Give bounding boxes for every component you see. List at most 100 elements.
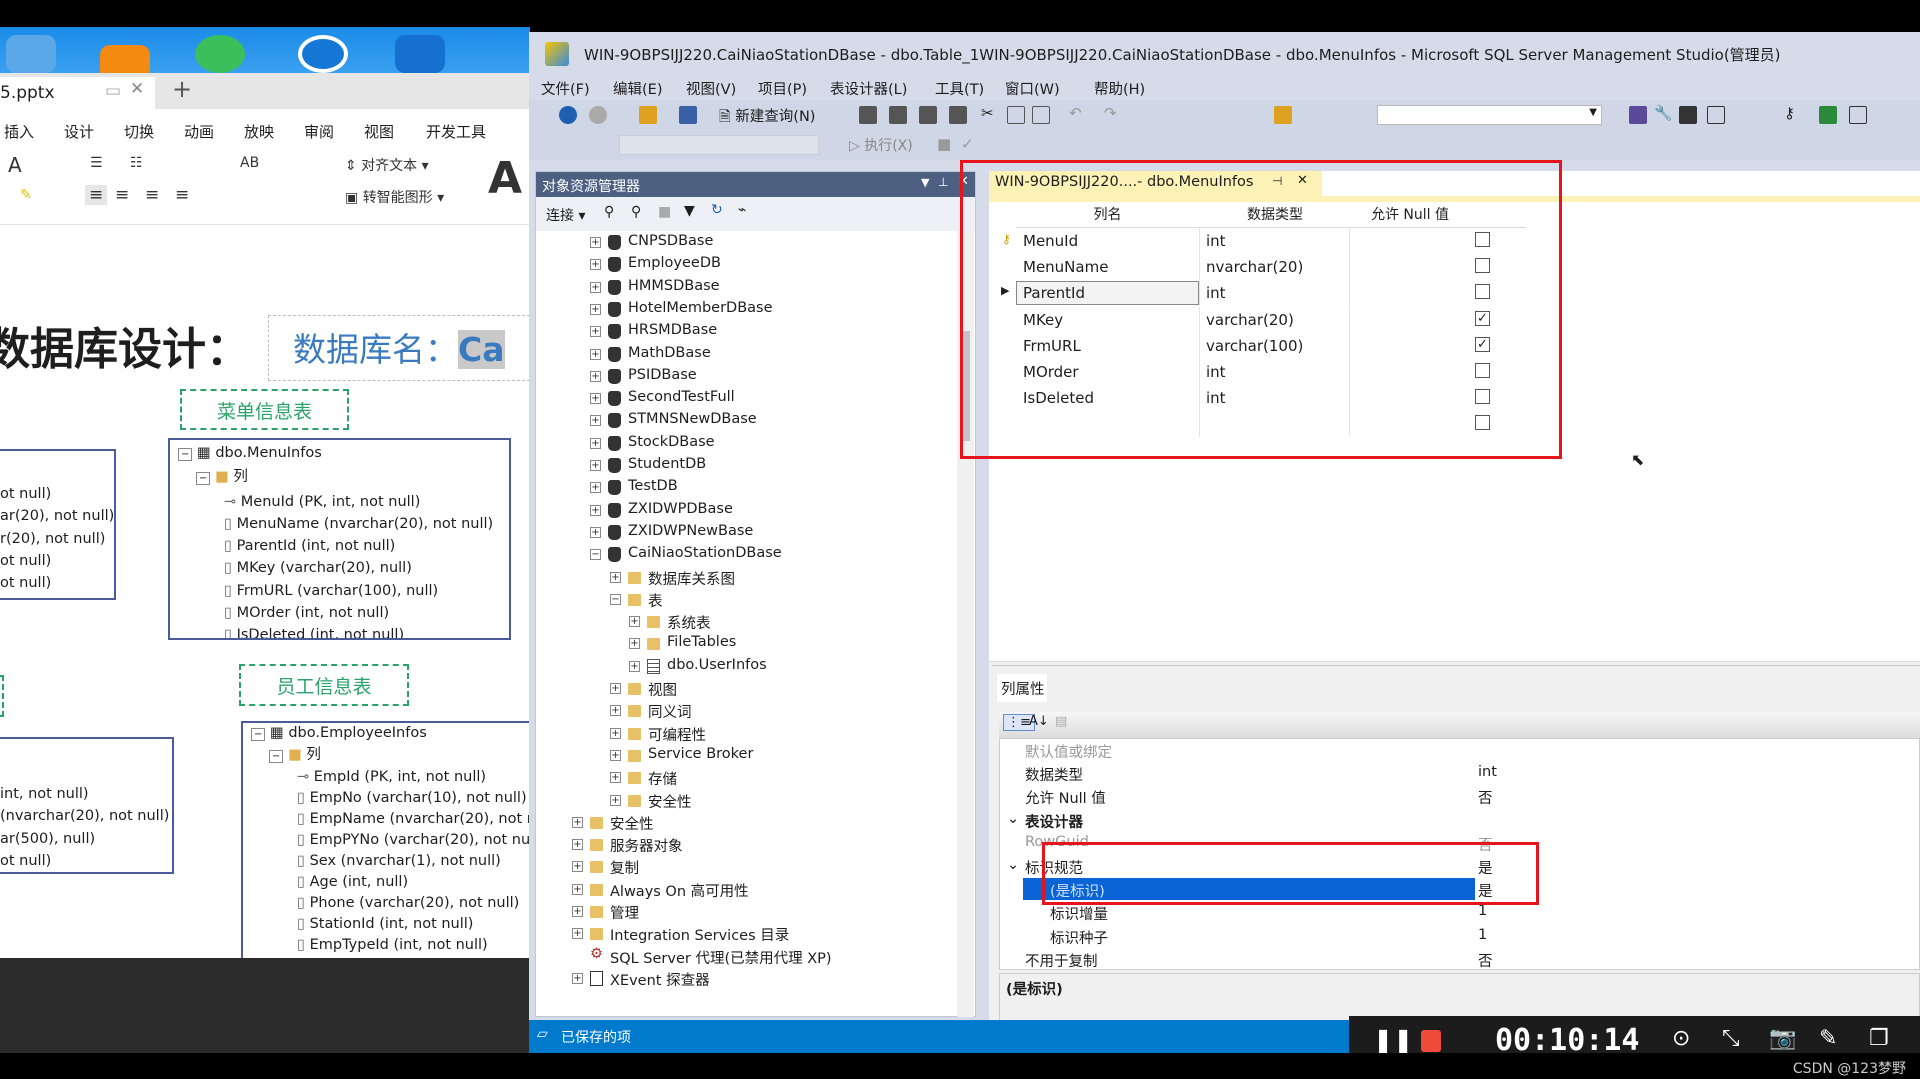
menu-item[interactable]: 表设计器(L): [830, 78, 907, 99]
property-row[interactable]: 标识种子 1: [1000, 925, 1908, 948]
expand-icon[interactable]: +: [590, 237, 601, 248]
stop-icon[interactable]: ■: [658, 204, 671, 220]
expand-icon[interactable]: +: [572, 816, 583, 828]
property-row[interactable]: 不用于复制 否: [1000, 948, 1908, 971]
expand-icon[interactable]: +: [610, 772, 621, 784]
save-all-icon[interactable]: [679, 106, 697, 124]
indexes-icon[interactable]: [1849, 106, 1867, 124]
expand-icon[interactable]: +: [590, 482, 601, 494]
font-preview[interactable]: A: [488, 153, 522, 204]
schema-column[interactable]: ▯ EmpTypeId (int, not null): [251, 935, 529, 956]
parse-icon[interactable]: ✓: [961, 135, 974, 153]
menu-item[interactable]: 帮助(H): [1094, 78, 1145, 99]
execute-button[interactable]: ▷ 执行(X): [849, 135, 913, 155]
expand-icon[interactable]: +: [572, 839, 583, 851]
tree-item[interactable]: + PSIDBase: [590, 366, 957, 388]
schema-column[interactable]: ▯ EmpName (nvarchar(20), not n: [251, 809, 529, 830]
ribbon-tab[interactable]: 视图: [364, 121, 394, 142]
tree-item[interactable]: + FileTables: [629, 633, 957, 655]
schema-column[interactable]: ▯ Sex (nvarchar(1), not null): [251, 851, 529, 872]
expand-icon[interactable]: +: [629, 660, 640, 672]
search-combo[interactable]: ▼: [1377, 105, 1602, 125]
tree-item[interactable]: + StockDBase: [590, 433, 957, 455]
connect-icon[interactable]: ⚲: [604, 204, 614, 220]
dropdown-icon[interactable]: ▼: [921, 176, 929, 189]
justify-icon[interactable]: ≡: [175, 185, 189, 205]
tree-item[interactable]: + 安全性: [610, 790, 957, 812]
connect-button[interactable]: 连接 ▾: [546, 205, 585, 225]
tree-item[interactable]: + 存储: [610, 767, 957, 789]
redo-icon[interactable]: ↷: [1104, 104, 1117, 122]
expand-icon[interactable]: +: [590, 437, 601, 449]
text-direction-icon[interactable]: AB: [240, 155, 259, 171]
expand-icon[interactable]: +: [572, 861, 583, 873]
mountain-app-icon[interactable]: [395, 35, 445, 73]
ribbon-tab[interactable]: 审阅: [304, 121, 334, 142]
tree-item[interactable]: ⚙ SQL Server 代理(已禁用代理 XP): [572, 946, 952, 968]
align-left-icon[interactable]: ≡: [85, 185, 108, 205]
xmla-query-icon[interactable]: [919, 106, 937, 124]
expand-icon[interactable]: +: [629, 638, 640, 650]
folder-app-icon[interactable]: [6, 35, 56, 73]
activity-icon[interactable]: ⌁: [738, 202, 746, 218]
tree-item[interactable]: + ZXIDWPDBase: [590, 500, 957, 522]
cut-icon[interactable]: ✂: [981, 104, 994, 122]
relationships-icon[interactable]: [1819, 106, 1837, 124]
tree-item[interactable]: + 可编程性: [610, 723, 957, 745]
tree-item[interactable]: + 服务器对象: [572, 834, 952, 856]
properties-tab[interactable]: 列属性: [997, 674, 1047, 702]
tree-item[interactable]: + 系统表: [629, 611, 957, 633]
property-row[interactable]: 数据类型 int: [1000, 762, 1908, 785]
pen-icon[interactable]: ✎: [1819, 1026, 1837, 1051]
tree-item[interactable]: + XEvent 探查器: [572, 968, 952, 990]
tree-item[interactable]: + 安全性: [572, 812, 952, 834]
toolbox-icon[interactable]: [1679, 106, 1697, 124]
expand-icon[interactable]: +: [590, 326, 601, 338]
ribbon-tab[interactable]: 放映: [244, 121, 274, 142]
shrink-icon[interactable]: ⤡: [1722, 1026, 1740, 1051]
tree-item[interactable]: + Always On 高可用性: [572, 879, 952, 901]
tree-item[interactable]: + HRSMDBase: [590, 321, 957, 343]
expand-icon[interactable]: +: [590, 526, 601, 538]
dax-query-icon[interactable]: [949, 106, 967, 124]
tree-item[interactable]: + Service Broker: [610, 745, 957, 767]
new-tab-button[interactable]: +: [172, 75, 192, 103]
expand-icon[interactable]: +: [629, 616, 640, 628]
bullet-list-icon[interactable]: ☰: [90, 155, 103, 171]
monitor-icon[interactable]: ▭: [105, 81, 121, 101]
property-row[interactable]: 允许 Null 值 否: [1000, 785, 1908, 808]
pause-icon[interactable]: ❚❚: [1373, 1026, 1413, 1054]
tree-item[interactable]: + EmployeeDB: [590, 254, 957, 276]
tree-item[interactable]: + 视图: [610, 678, 957, 700]
ribbon-tab[interactable]: 设计: [64, 121, 94, 142]
collapse-icon[interactable]: −: [610, 593, 621, 605]
menu-item[interactable]: 项目(P): [758, 78, 807, 99]
stop-icon[interactable]: ■: [937, 135, 951, 153]
menu-item[interactable]: 文件(F): [541, 78, 590, 99]
tree-item[interactable]: + STMNSNewDBase: [590, 410, 957, 432]
menu-item[interactable]: 视图(V): [686, 78, 736, 99]
tree-item[interactable]: − CaiNiaoStationDBase: [590, 544, 957, 566]
schema-column[interactable]: ▯ MenuName (nvarchar(20), not null): [178, 513, 509, 535]
close-icon[interactable]: ✕: [130, 79, 144, 99]
expand-icon[interactable]: +: [572, 928, 583, 940]
ribbon-tab[interactable]: 开发工具: [426, 121, 486, 142]
schema-column[interactable]: ▯ EmpPYNo (varchar(20), not nu: [251, 830, 529, 851]
expand-icon[interactable]: +: [590, 393, 601, 405]
db-name-textbox[interactable]: 数据库名：Ca: [268, 315, 530, 381]
expand-icon[interactable]: +: [590, 259, 601, 271]
schema-column[interactable]: ⊸ MenuId (PK, int, not null): [178, 491, 509, 513]
new-query-button[interactable]: 🗎 新建查询(N): [719, 105, 815, 131]
camera-icon[interactable]: 📷: [1769, 1026, 1796, 1051]
schema-folder[interactable]: − ■ 列: [251, 745, 529, 767]
schema-column[interactable]: ▯ IsDeleted (int, not null): [178, 624, 509, 638]
tree-item[interactable]: + 数据库关系图: [610, 567, 957, 589]
expand-icon[interactable]: +: [610, 727, 621, 739]
back-icon[interactable]: [559, 106, 577, 124]
tree-item[interactable]: + 复制: [572, 856, 952, 878]
expand-icon[interactable]: +: [610, 705, 621, 717]
expand-icon[interactable]: +: [590, 281, 601, 293]
smart-shape-button[interactable]: ▣ 转智能图形 ▾: [345, 187, 444, 207]
tree-item[interactable]: + 管理: [572, 901, 952, 923]
expand-icon[interactable]: +: [590, 460, 601, 471]
